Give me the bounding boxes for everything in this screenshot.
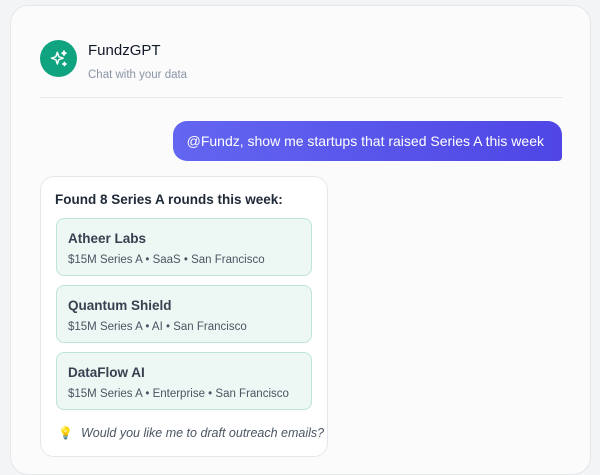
user-message: @Fundz, show me startups that raised Ser…	[172, 121, 562, 161]
startup-name: DataFlow AI	[68, 365, 145, 380]
app-subtitle: Chat with your data	[88, 69, 188, 81]
funding-details: $15M Series A • SaaS • San Francisco	[68, 254, 265, 266]
lightbulb-icon: 💡	[58, 426, 73, 440]
startup-name: Atheer Labs	[68, 231, 147, 246]
app-title: FundzGPT	[88, 42, 161, 59]
result-card[interactable]: DataFlow AI $15M Series A • Enterprise •…	[56, 352, 312, 410]
chat-window: FundzGPT Chat with your data @Fundz, sho…	[10, 5, 591, 475]
app-logo	[40, 40, 77, 77]
startup-name: Quantum Shield	[68, 298, 172, 313]
funding-details: $15M Series A • Enterprise • San Francis…	[68, 388, 289, 400]
result-card[interactable]: Atheer Labs $15M Series A • SaaS • San F…	[56, 218, 312, 276]
results-heading: Found 8 Series A rounds this week:	[55, 192, 283, 207]
funding-details: $15M Series A • AI • San Francisco	[68, 321, 247, 333]
result-card[interactable]: Quantum Shield $15M Series A • AI • San …	[56, 285, 312, 343]
assistant-message: Found 8 Series A rounds this week: Athee…	[40, 176, 328, 457]
chat-header: FundzGPT Chat with your data	[40, 40, 187, 82]
followup-text: Would you like me to draft outreach emai…	[80, 426, 325, 440]
header-divider	[40, 97, 563, 98]
followup-prompt: 💡 Would you like me to draft outreach em…	[58, 426, 324, 440]
sparkles-icon	[50, 49, 67, 66]
